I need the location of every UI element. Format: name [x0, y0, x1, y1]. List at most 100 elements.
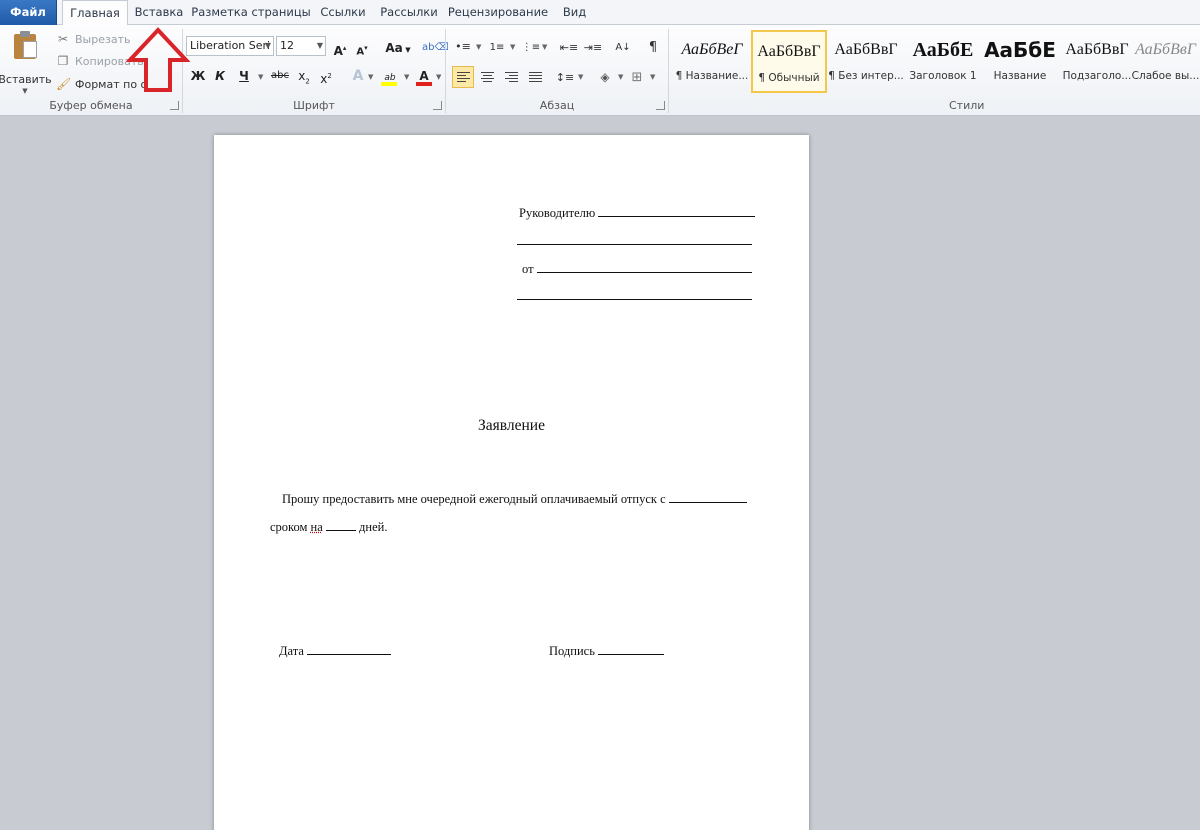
- outdent-icon: ⇤≡: [559, 40, 579, 54]
- blank-field: [598, 205, 756, 217]
- signature-label: Подпись: [549, 644, 595, 658]
- body-paragraph-line-2: сроком на дней.: [270, 519, 387, 535]
- tab-home[interactable]: Главная: [62, 0, 128, 26]
- style-preview: АаБбВвГ: [1135, 41, 1196, 58]
- chevron-down-icon[interactable]: ▼: [404, 73, 409, 81]
- style-heading-1[interactable]: АаБбЕ Заголовок 1: [905, 30, 981, 93]
- style-preview: АаБбЕ: [984, 38, 1056, 62]
- bold-button[interactable]: Ж: [188, 65, 208, 87]
- chevron-down-icon[interactable]: ▼: [258, 73, 263, 81]
- text-effects-button[interactable]: A: [348, 65, 368, 87]
- document-page[interactable]: Руководителю от Заявление Прошу предоста…: [214, 135, 809, 830]
- style-title-alt[interactable]: АаБбВеГ ¶ Название...: [674, 30, 750, 93]
- subscript-button[interactable]: x2: [294, 65, 314, 87]
- style-name: ¶ Без интер...: [828, 70, 904, 82]
- style-preview: АаБбВвГ: [1065, 41, 1129, 58]
- font-dialog-launcher[interactable]: [433, 101, 442, 110]
- line-spacing-button[interactable]: ↕≡: [554, 66, 576, 88]
- style-no-spacing[interactable]: АаБбВвГ ¶ Без интер...: [828, 30, 904, 93]
- style-normal[interactable]: АаБбВвГ ¶ Обычный: [751, 30, 827, 93]
- highlight-button[interactable]: ab: [378, 65, 402, 87]
- underline-button[interactable]: Ч: [234, 65, 254, 87]
- brush-icon: 🖌: [56, 77, 72, 91]
- style-subtitle[interactable]: АаБбВвГ Подзаголо...: [1059, 30, 1135, 93]
- font-color-button[interactable]: A: [414, 65, 434, 87]
- cut-button[interactable]: ✂ Вырезать: [56, 30, 131, 48]
- body-text: сроком: [270, 520, 308, 534]
- grow-font-label: A: [333, 44, 343, 58]
- chevron-down-icon[interactable]: ▼: [618, 73, 623, 81]
- indent-icon: ⇥≡: [583, 40, 603, 54]
- tab-page-layout[interactable]: Разметка страницы: [190, 0, 312, 25]
- font-name-combobox[interactable]: Liberation Seri ▼: [186, 36, 274, 56]
- multilevel-list-icon: ⋮≡: [521, 41, 541, 53]
- date-line: Дата: [279, 643, 392, 659]
- caret-down-icon: ▾: [364, 44, 368, 52]
- font-size-value: 12: [280, 39, 294, 52]
- style-name: ¶ Название...: [675, 70, 749, 82]
- italic-button[interactable]: К: [210, 65, 230, 87]
- paint-bucket-icon: ◈: [600, 70, 610, 84]
- italic-label: К: [215, 69, 225, 83]
- style-title[interactable]: АаБбЕ Название: [982, 30, 1058, 93]
- chevron-down-icon: ▼: [264, 41, 271, 50]
- chevron-down-icon[interactable]: ▼: [578, 73, 583, 81]
- style-name: Подзаголо...: [1062, 70, 1132, 82]
- sender-line: от: [522, 261, 752, 277]
- paste-button[interactable]: Вставить ▼: [0, 31, 52, 95]
- justify-button[interactable]: [524, 66, 546, 88]
- align-right-button[interactable]: [500, 66, 522, 88]
- numbering-button[interactable]: 1≡: [486, 36, 508, 58]
- strikethrough-button[interactable]: abc: [268, 65, 292, 87]
- increase-indent-button[interactable]: ⇥≡: [582, 36, 604, 58]
- body-text: на: [310, 520, 323, 534]
- body-paragraph-line-1: Прошу предоставить мне очередной ежегодн…: [282, 491, 747, 507]
- font-size-combobox[interactable]: 12 ▼: [276, 36, 326, 56]
- clipboard-dialog-launcher[interactable]: [170, 101, 179, 110]
- styles-gallery: АаБбВеГ ¶ Название... АаБбВвГ ¶ Обычный …: [674, 30, 1200, 94]
- blank-field: [307, 643, 392, 655]
- cut-label: Вырезать: [75, 32, 131, 46]
- borders-button[interactable]: ⊞: [626, 66, 648, 88]
- highlight-color-bar: [381, 82, 397, 86]
- sort-button[interactable]: A↓: [612, 36, 634, 58]
- paragraph-dialog-launcher[interactable]: [656, 101, 665, 110]
- style-name: Заголовок 1: [909, 70, 977, 82]
- chevron-down-icon[interactable]: ▼: [542, 43, 547, 51]
- paragraph-group-label: Абзац: [539, 99, 575, 112]
- body-text: дней.: [359, 520, 388, 534]
- tab-insert[interactable]: Вставка: [128, 0, 190, 25]
- chevron-down-icon[interactable]: ▼: [368, 73, 373, 81]
- chevron-down-icon[interactable]: ▼: [510, 43, 515, 51]
- shrink-font-label: A: [356, 46, 365, 58]
- grow-font-button[interactable]: A▴: [330, 37, 350, 59]
- superscript-2-icon: 2: [327, 72, 332, 80]
- show-formatting-marks-button[interactable]: ¶: [642, 36, 664, 58]
- chevron-down-icon[interactable]: ▼: [436, 73, 441, 81]
- chevron-down-icon[interactable]: ▼: [476, 43, 481, 51]
- align-left-icon: [456, 71, 470, 83]
- caret-up-icon: ▴: [342, 44, 347, 52]
- align-center-button[interactable]: [476, 66, 498, 88]
- multilevel-list-button[interactable]: ⋮≡: [520, 36, 542, 58]
- tab-file[interactable]: Файл: [0, 0, 57, 25]
- tab-review[interactable]: Рецензирование: [444, 0, 552, 25]
- bullets-button[interactable]: •≡: [452, 36, 474, 58]
- superscript-button[interactable]: x2: [316, 65, 336, 87]
- tab-mailings[interactable]: Рассылки: [374, 0, 444, 25]
- style-subtle-emphasis[interactable]: АаБбВвГ Слабое вы...: [1131, 30, 1200, 93]
- clear-formatting-button[interactable]: ab⌫: [422, 37, 449, 59]
- style-preview: АаБбВеГ: [681, 41, 743, 58]
- font-color-bar: [416, 82, 432, 86]
- decrease-indent-button[interactable]: ⇤≡: [558, 36, 580, 58]
- align-left-button[interactable]: [452, 66, 474, 88]
- change-case-button[interactable]: Aa ▼: [384, 37, 412, 59]
- signature-line: Подпись: [549, 643, 665, 659]
- chevron-down-icon[interactable]: ▼: [650, 73, 655, 81]
- tab-references[interactable]: Ссылки: [312, 0, 374, 25]
- shrink-font-button[interactable]: A▾: [352, 37, 372, 59]
- tab-view[interactable]: Вид: [552, 0, 597, 25]
- chevron-down-icon[interactable]: ▼: [22, 87, 27, 95]
- recipient-label: Руководителю: [519, 206, 596, 220]
- shading-button[interactable]: ◈: [594, 66, 616, 88]
